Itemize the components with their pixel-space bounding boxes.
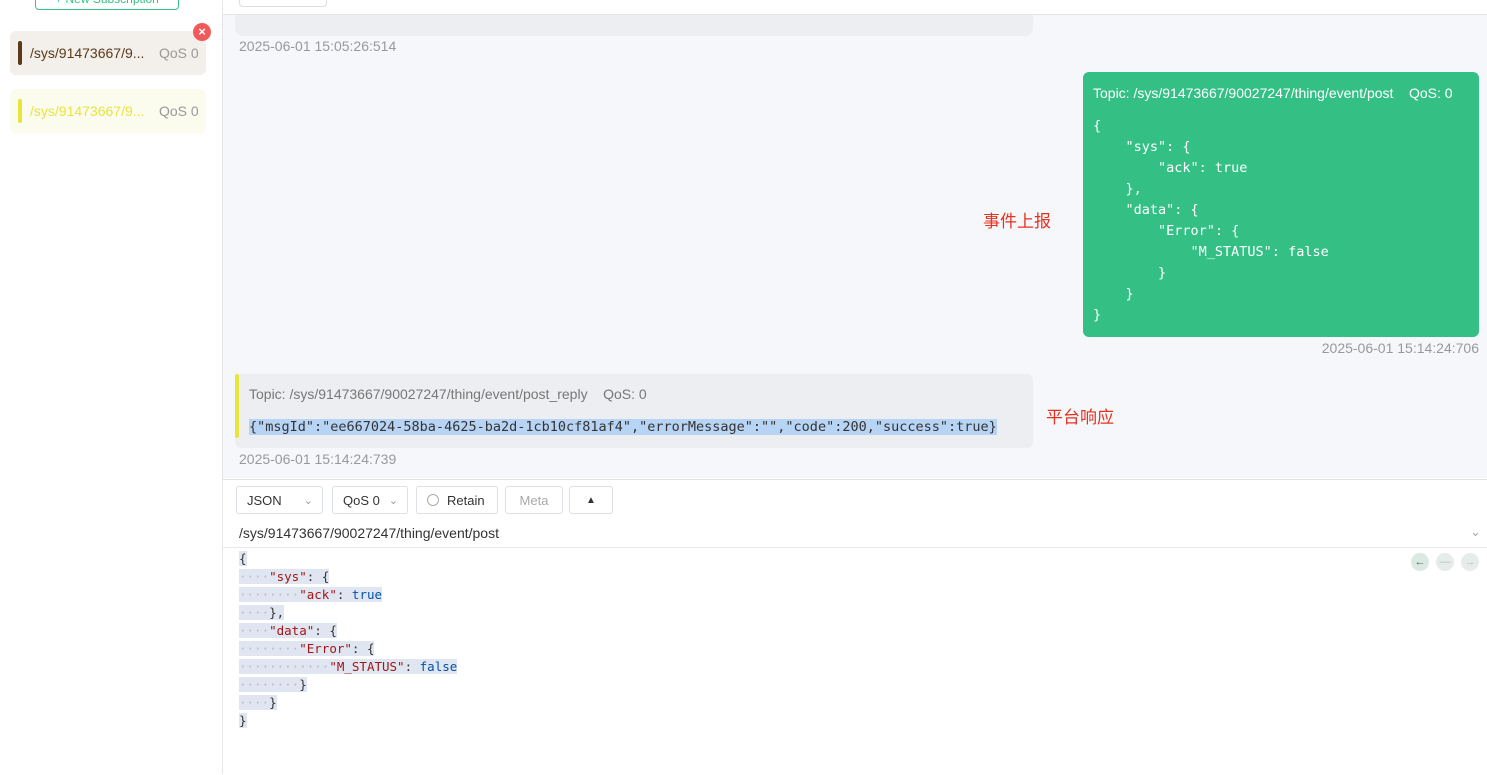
editor-line: } [239, 713, 247, 728]
received-message-bubble: Topic: /sys/91473667/90027247/thing/even… [235, 374, 1033, 448]
subscription-item[interactable]: /sys/91473667/9... QoS 0 × [10, 23, 211, 75]
sent-message-bubble: Topic: /sys/91473667/90027247/thing/even… [1083, 72, 1479, 337]
message-toolbar [223, 0, 1487, 15]
editor-line: ········"Error": { [239, 641, 375, 656]
close-icon[interactable]: × [193, 23, 211, 41]
previous-message-bubble [235, 12, 1033, 36]
chevron-down-icon: ⌄ [303, 495, 313, 507]
message-payload: { "sys": { "ack": true }, "data": { "Err… [1093, 118, 1329, 323]
editor-line: ········} [239, 677, 307, 692]
message-header: Topic: /sys/91473667/90027247/thing/even… [1093, 85, 1453, 101]
topic-input[interactable]: /sys/91473667/90027247/thing/event/post [239, 525, 499, 541]
subscription-item[interactable]: /sys/91473667/9... QoS 0 [10, 89, 206, 133]
subscription-color-bar [18, 99, 22, 123]
editor-line: ····} [239, 695, 277, 710]
retain-checkbox[interactable]: Retain [416, 486, 498, 514]
qos-value: QoS 0 [343, 492, 380, 508]
arrow-left-icon[interactable]: ← [1411, 553, 1429, 571]
annotation-label: 事件上报 [983, 212, 1051, 232]
editor-line: { [239, 551, 247, 566]
minus-icon[interactable]: — [1436, 553, 1454, 571]
new-subscription-button[interactable]: + New Subscription [35, 0, 179, 10]
editor-line: ········"ack": true [239, 587, 383, 602]
message-timestamp: 2025-06-01 15:14:24:706 [1321, 340, 1479, 356]
editor-line: ····"data": { [239, 623, 337, 638]
expand-toggle-button[interactable]: ▲ [569, 486, 613, 514]
message-composer: JSON ⌄ QoS 0 ⌄ Retain Meta ▲ /sys/914736… [223, 479, 1487, 775]
divider [223, 547, 1487, 548]
triangle-up-icon: ▲ [586, 494, 596, 506]
subscription-qos: QoS 0 [159, 45, 199, 61]
message-header: Topic: /sys/91473667/90027247/thing/even… [249, 386, 647, 402]
chevron-down-icon[interactable]: ⌄ [1470, 524, 1481, 540]
radio-icon [427, 494, 439, 506]
qos-select[interactable]: QoS 0 ⌄ [332, 486, 408, 514]
meta-label: Meta [519, 492, 549, 508]
payload-editor[interactable]: { ····"sys": { ········"ack": true ····}, ··… [239, 550, 458, 730]
editor-line: ····"sys": { [239, 569, 330, 584]
payload-format-value: JSON [247, 492, 282, 508]
message-payload: {"msgId":"ee667024-58ba-4625-ba2d-1cb10c… [249, 419, 997, 435]
editor-line: ············"M_STATUS": false [239, 659, 458, 674]
meta-button[interactable]: Meta [505, 486, 563, 514]
subscription-color-bar [18, 41, 22, 65]
annotation-label: 平台响应 [1046, 408, 1114, 428]
toolbar-control[interactable] [239, 0, 327, 7]
message-timestamp: 2025-06-01 15:05:26:514 [239, 38, 397, 54]
subscription-topic: /sys/91473667/9... [30, 103, 145, 119]
message-timestamp: 2025-06-01 15:14:24:739 [239, 451, 397, 467]
payload-format-select[interactable]: JSON ⌄ [236, 486, 323, 514]
arrow-right-icon[interactable]: → [1461, 553, 1479, 571]
chevron-down-icon: ⌄ [388, 495, 398, 507]
subscription-qos: QoS 0 [159, 103, 199, 119]
editor-line: ····}, [239, 605, 285, 620]
subscription-topic: /sys/91473667/9... [30, 45, 145, 61]
message-color-bar [235, 374, 239, 438]
subscription-sidebar: + New Subscription /sys/91473667/9... Qo… [0, 0, 223, 774]
retain-label: Retain [447, 492, 485, 508]
message-list: 2025-06-01 15:05:26:514 事件上报 Topic: /sys… [223, 0, 1487, 478]
